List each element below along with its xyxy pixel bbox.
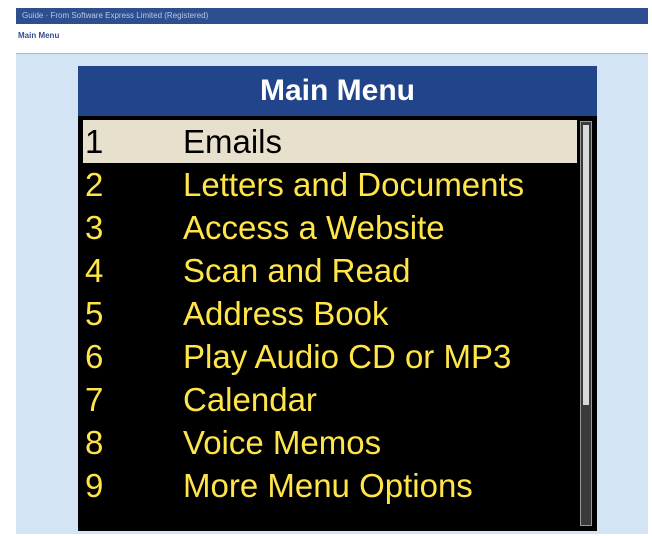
scrollbar-thumb[interactable]: [583, 125, 589, 405]
menu-item-access-a-website[interactable]: 3 Access a Website: [78, 206, 578, 249]
menu-item-number: 6: [85, 338, 104, 375]
menu-bar: [16, 24, 648, 54]
menu-item-label: More Menu Options: [183, 467, 473, 504]
menu-title: Main Menu: [78, 66, 597, 116]
menu-item-calendar[interactable]: 7 Calendar: [78, 378, 578, 421]
menu-item-play-audio[interactable]: 6 Play Audio CD or MP3: [78, 335, 578, 378]
main-menu-panel: Main Menu 1 Emails 2 Letters and Documen…: [78, 66, 597, 531]
menu-item-emails[interactable]: 1 Emails: [83, 120, 577, 163]
app-window: Guide · From Software Express Limited (R…: [16, 8, 648, 534]
menu-item-label: Access a Website: [183, 209, 445, 246]
title-bar: Guide · From Software Express Limited (R…: [16, 8, 648, 24]
menu-item-label: Scan and Read: [183, 252, 411, 289]
breadcrumb: Main Menu: [18, 31, 60, 40]
menu-item-number: 5: [85, 295, 104, 332]
menu-item-more-options[interactable]: 9 More Menu Options: [78, 464, 578, 507]
menu-item-number: 7: [85, 381, 104, 418]
menu-item-label: Play Audio CD or MP3: [183, 338, 512, 375]
menu-item-label: Emails: [183, 123, 283, 160]
menu-scrollbar[interactable]: [580, 121, 592, 526]
menu-item-label: Voice Memos: [183, 424, 382, 461]
menu-item-number: 1: [85, 123, 104, 160]
menu-item-scan-and-read[interactable]: 4 Scan and Read: [78, 249, 578, 292]
menu-item-number: 9: [85, 467, 104, 504]
menu-item-number: 8: [85, 424, 104, 461]
menu-item-address-book[interactable]: 5 Address Book: [78, 292, 578, 335]
menu-item-voice-memos[interactable]: 8 Voice Memos: [78, 421, 578, 464]
menu-item-number: 3: [85, 209, 104, 246]
menu-item-label: Calendar: [183, 381, 317, 418]
menu-item-letters-and-documents[interactable]: 2 Letters and Documents: [78, 163, 578, 206]
menu-item-number: 4: [85, 252, 104, 289]
menu-item-number: 2: [85, 166, 104, 203]
menu-item-label: Address Book: [183, 295, 389, 332]
menu-list: 1 Emails 2 Letters and Documents 3 Acces…: [78, 120, 578, 507]
menu-item-label: Letters and Documents: [183, 166, 525, 203]
